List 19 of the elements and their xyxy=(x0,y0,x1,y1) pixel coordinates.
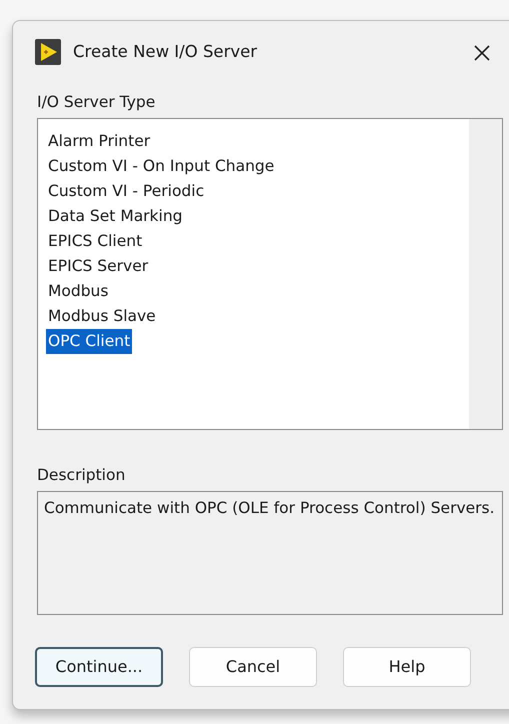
continue-button[interactable]: Continue... xyxy=(35,646,163,686)
help-button[interactable]: Help xyxy=(343,646,471,686)
list-label: I/O Server Type xyxy=(37,92,156,113)
list-item[interactable]: Custom VI - Periodic xyxy=(46,179,206,204)
description-label: Description xyxy=(37,465,126,486)
scrollbar-track[interactable] xyxy=(469,119,502,430)
list-item[interactable]: EPICS Client xyxy=(46,229,144,254)
cancel-button[interactable]: Cancel xyxy=(189,646,317,686)
list-item[interactable]: OPC Client xyxy=(46,329,132,354)
description-text: Communicate with OPC (OLE for Process Control) Servers. xyxy=(37,490,503,614)
list-item[interactable]: Custom VI - On Input Change xyxy=(46,154,276,180)
close-icon xyxy=(473,44,491,62)
list-item[interactable]: EPICS Server xyxy=(46,254,150,280)
window-title: Create New I/O Server xyxy=(73,40,258,63)
list-item[interactable]: Modbus xyxy=(46,279,110,304)
list-item[interactable]: Alarm Printer xyxy=(46,129,152,154)
list-item[interactable]: Modbus Slave xyxy=(46,304,158,330)
app-icon xyxy=(35,39,61,65)
list-item[interactable]: Data Set Marking xyxy=(46,204,185,230)
